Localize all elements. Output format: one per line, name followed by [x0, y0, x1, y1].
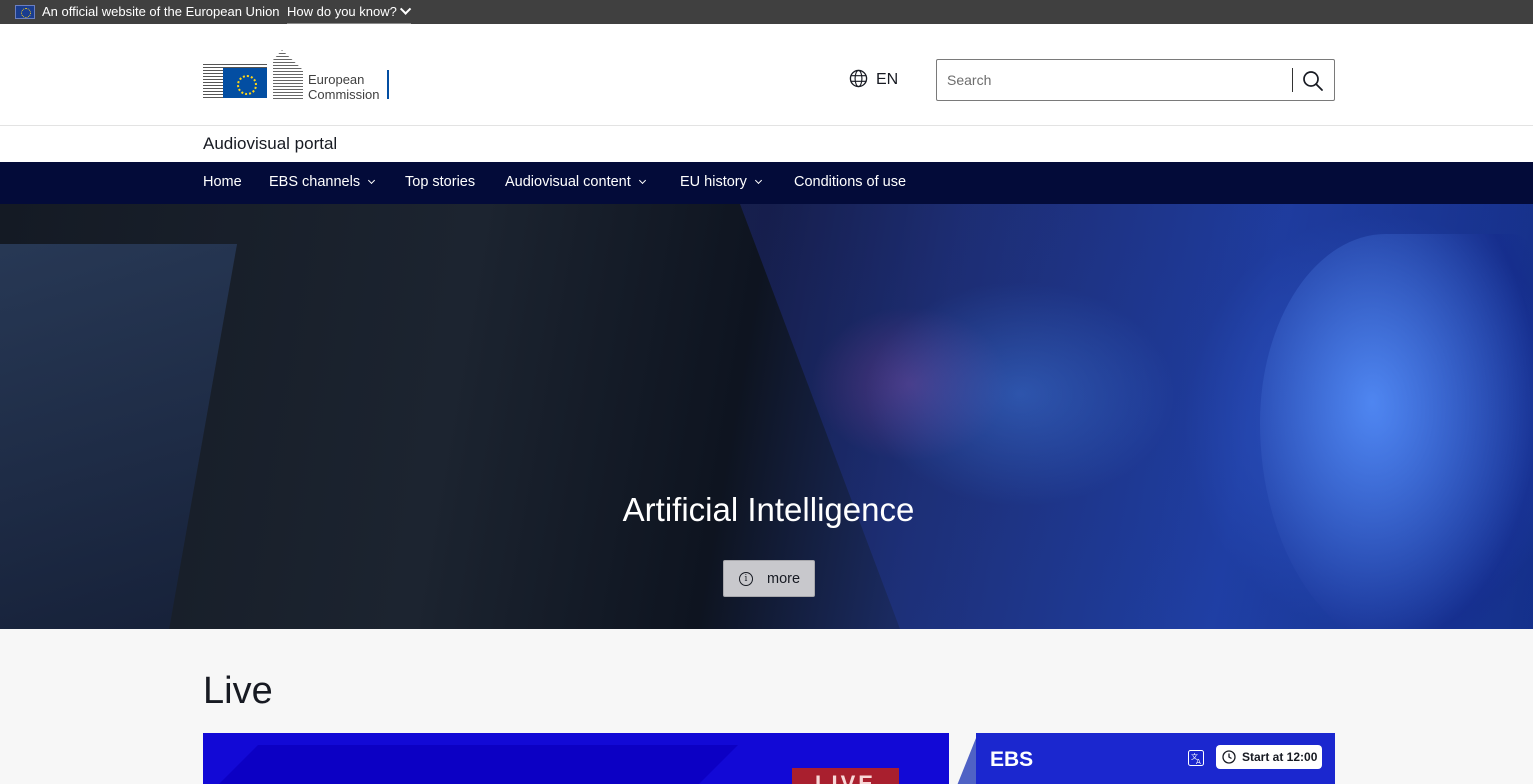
live-video-player[interactable]: LIVE — [203, 733, 949, 784]
live-heading: Live — [203, 670, 273, 712]
nav-label: EU history — [680, 174, 747, 190]
search-input[interactable] — [937, 60, 1289, 100]
hero-background-panel — [0, 244, 238, 629]
main-navigation: Home EBS channels Top stories Audiovisua… — [0, 162, 1533, 204]
search-icon[interactable] — [1302, 70, 1324, 92]
info-icon: i — [739, 572, 753, 586]
how-do-you-know-label: How do you know? — [287, 4, 397, 19]
hero-banner: Artificial Intelligence i more — [0, 204, 1533, 629]
card-slant — [954, 733, 978, 784]
european-commission-logo[interactable]: European Commission — [203, 50, 393, 102]
logo-accent-bar — [387, 70, 389, 99]
eu-official-text: An official website of the European Unio… — [42, 4, 280, 19]
how-do-you-know-button[interactable]: How do you know? — [287, 0, 412, 24]
ebs-channel-card[interactable]: EBS 文 A Start at 12:00 — [954, 733, 1335, 784]
start-time-label: Start at 12:00 — [1242, 750, 1318, 764]
nav-item-conditions-of-use[interactable]: Conditions of use — [794, 174, 906, 190]
logo-building-icon — [273, 50, 303, 100]
nav-item-eu-history[interactable]: EU history — [680, 174, 762, 190]
search-divider — [1292, 68, 1293, 92]
search-box — [936, 59, 1335, 101]
eu-official-bar: An official website of the European Unio… — [0, 0, 1533, 24]
nav-label: Conditions of use — [794, 174, 907, 190]
more-label: more — [767, 571, 801, 587]
live-section: Live LIVE EBS 文 A Start at 12:00 — [0, 629, 1533, 784]
svg-text:A: A — [1196, 758, 1201, 766]
nav-label: Top stories — [405, 174, 476, 190]
hero-face-image — [1260, 234, 1533, 629]
channel-name: EBS — [990, 748, 1034, 771]
live-badge: LIVE — [792, 768, 899, 784]
hero-more-button[interactable]: i more — [723, 560, 815, 597]
chevron-down-icon — [368, 176, 376, 185]
eu-flag-logo-icon — [223, 68, 267, 98]
site-header: European Commission EN — [0, 24, 1533, 126]
nav-item-home[interactable]: Home — [203, 174, 242, 190]
globe-icon — [849, 69, 868, 88]
language-selector[interactable]: EN — [849, 69, 898, 89]
nav-label: Audiovisual content — [505, 174, 631, 190]
hero-title: Artificial Intelligence — [622, 491, 915, 528]
language-code: EN — [876, 71, 899, 88]
logo-text: European Commission — [308, 72, 380, 102]
player-graphic — [203, 745, 738, 784]
chevron-down-icon — [638, 176, 646, 185]
clock-icon — [1222, 750, 1236, 764]
nav-label: EBS channels — [269, 174, 361, 190]
ebs-card-body: EBS 文 A Start at 12:00 — [976, 733, 1335, 784]
translate-icon: 文 A — [1188, 750, 1204, 766]
chevron-down-icon — [399, 3, 412, 15]
nav-item-top-stories[interactable]: Top stories — [405, 174, 475, 190]
site-name[interactable]: Audiovisual portal — [203, 134, 337, 154]
nav-item-ebs-channels[interactable]: EBS channels — [269, 174, 376, 190]
start-time-badge: Start at 12:00 — [1216, 745, 1322, 769]
logo-line-2: Commission — [308, 87, 380, 102]
nav-item-audiovisual-content[interactable]: Audiovisual content — [505, 174, 646, 190]
nav-label: Home — [203, 174, 242, 190]
logo-line-1: European — [308, 72, 365, 87]
site-name-bar: Audiovisual portal — [0, 126, 1533, 162]
chevron-down-icon — [754, 176, 762, 185]
eu-flag-icon — [15, 5, 35, 19]
